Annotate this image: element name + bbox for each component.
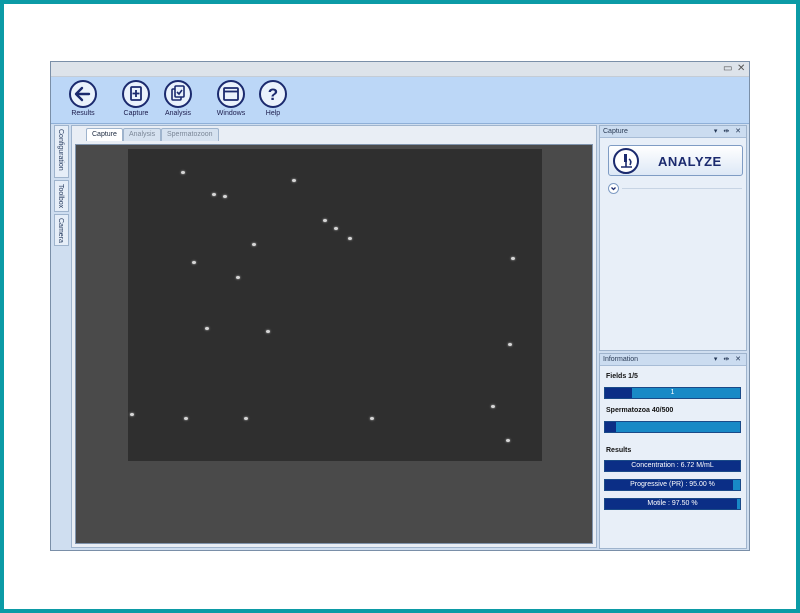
- capture-doc-icon: [122, 80, 150, 108]
- side-tab-strip: Configuration Toolbox Camera: [54, 125, 69, 549]
- sperm-cell: [508, 343, 512, 346]
- capture-panel-title: Capture: [603, 128, 628, 135]
- analysis-button[interactable]: Analysis: [158, 79, 198, 123]
- tab-toolbox-label: Toolbox: [57, 184, 64, 209]
- progressive-bar: Progressive (PR) : 95.00 %: [604, 479, 741, 491]
- windows-button[interactable]: Windows: [211, 79, 251, 123]
- sperm-cell: [266, 330, 270, 333]
- spermatozoa-label: Spermatozoa 40/500: [606, 407, 674, 414]
- tab-analysis[interactable]: Analysis: [123, 128, 162, 141]
- sperm-cell: [244, 417, 248, 420]
- analysis-label: Analysis: [164, 110, 192, 117]
- motile-text: Motile : 97.50 %: [647, 500, 698, 507]
- sperm-cell: [292, 179, 296, 182]
- sperm-cell: [334, 227, 338, 230]
- expand-chevron-icon[interactable]: [608, 183, 619, 194]
- concentration-text: Concentration : 6.72 M/mL: [631, 462, 714, 469]
- help-label: Help: [265, 110, 281, 117]
- help-icon: ?: [259, 80, 287, 108]
- sperm-cell: [130, 413, 134, 416]
- divider: [622, 188, 742, 189]
- sperm-cell: [506, 439, 510, 442]
- spermatozoa-progress-bar: [604, 421, 741, 433]
- fields-label: Fields 1/5: [606, 373, 638, 380]
- fields-progress-bar: 1: [604, 387, 741, 399]
- close-button[interactable]: ✕: [737, 63, 745, 75]
- sperm-cell: [323, 219, 327, 222]
- info-panel-header: Information ▾ ⇹ ✕: [600, 354, 746, 366]
- sperm-cell: [181, 171, 185, 174]
- results-label: Results: [71, 110, 95, 117]
- progressive-text: Progressive (PR) : 95.00 %: [630, 481, 715, 488]
- tab-camera-label: Camera: [57, 218, 64, 243]
- results-section-label: Results: [606, 447, 632, 454]
- sperm-cell: [370, 417, 374, 420]
- sperm-cell: [348, 237, 352, 240]
- capture-panel: Capture ▾ ⇹ ✕ ANALYZE: [599, 125, 747, 351]
- sperm-cell: [212, 193, 216, 196]
- analysis-doc-icon: [164, 80, 192, 108]
- microscope-image: [128, 149, 542, 461]
- fields-progress-text: 1: [670, 389, 675, 396]
- window-icon: [217, 80, 245, 108]
- ribbon-toolbar: Results Capture Analysis Windows ? Help: [51, 77, 749, 124]
- document-area: Capture Analysis Spermatozoon: [71, 125, 597, 548]
- title-bar: ▭ ✕: [51, 62, 749, 77]
- app-window: ▭ ✕ Results Capture Analysis Windows ? H…: [50, 61, 750, 551]
- capture-panel-controls[interactable]: ▾ ⇹ ✕: [714, 126, 743, 137]
- info-panel-title: Information: [603, 356, 639, 363]
- capture-button[interactable]: Capture: [116, 79, 156, 123]
- analyze-button[interactable]: ANALYZE: [608, 145, 743, 176]
- minimize-button[interactable]: ▭: [723, 63, 732, 75]
- svg-text:?: ?: [268, 85, 278, 104]
- sperm-cell: [511, 257, 515, 260]
- analyze-label: ANALYZE: [658, 154, 722, 169]
- spermatozoa-progress-fill: [605, 422, 616, 432]
- help-button[interactable]: ? Help: [253, 79, 293, 123]
- info-panel-controls[interactable]: ▾ ⇹ ✕: [714, 354, 743, 365]
- concentration-bar: Concentration : 6.72 M/mL: [604, 460, 741, 472]
- sperm-cell: [192, 261, 196, 264]
- tab-capture[interactable]: Capture: [86, 128, 123, 141]
- sperm-cell: [223, 195, 227, 198]
- windows-label: Windows: [216, 110, 246, 117]
- tab-spermatozoon[interactable]: Spermatozoon: [161, 128, 219, 141]
- sperm-cell: [252, 243, 256, 246]
- back-arrow-icon: [69, 80, 97, 108]
- sperm-cell: [205, 327, 209, 330]
- sperm-cell: [184, 417, 188, 420]
- capture-label: Capture: [123, 110, 149, 117]
- capture-viewer[interactable]: [75, 144, 593, 544]
- sperm-cell: [491, 405, 495, 408]
- microscope-icon: [613, 148, 639, 174]
- tab-camera[interactable]: Camera: [54, 214, 69, 246]
- motile-bar: Motile : 97.50 %: [604, 498, 741, 510]
- results-button[interactable]: Results: [63, 79, 103, 123]
- capture-panel-header: Capture ▾ ⇹ ✕: [600, 126, 746, 138]
- information-panel: Information ▾ ⇹ ✕ Fields 1/5 1 Spermatoz…: [599, 353, 747, 549]
- tab-toolbox[interactable]: Toolbox: [54, 180, 69, 212]
- tab-configuration[interactable]: Configuration: [54, 125, 69, 178]
- sperm-cell: [236, 276, 240, 279]
- tab-configuration-label: Configuration: [57, 129, 64, 171]
